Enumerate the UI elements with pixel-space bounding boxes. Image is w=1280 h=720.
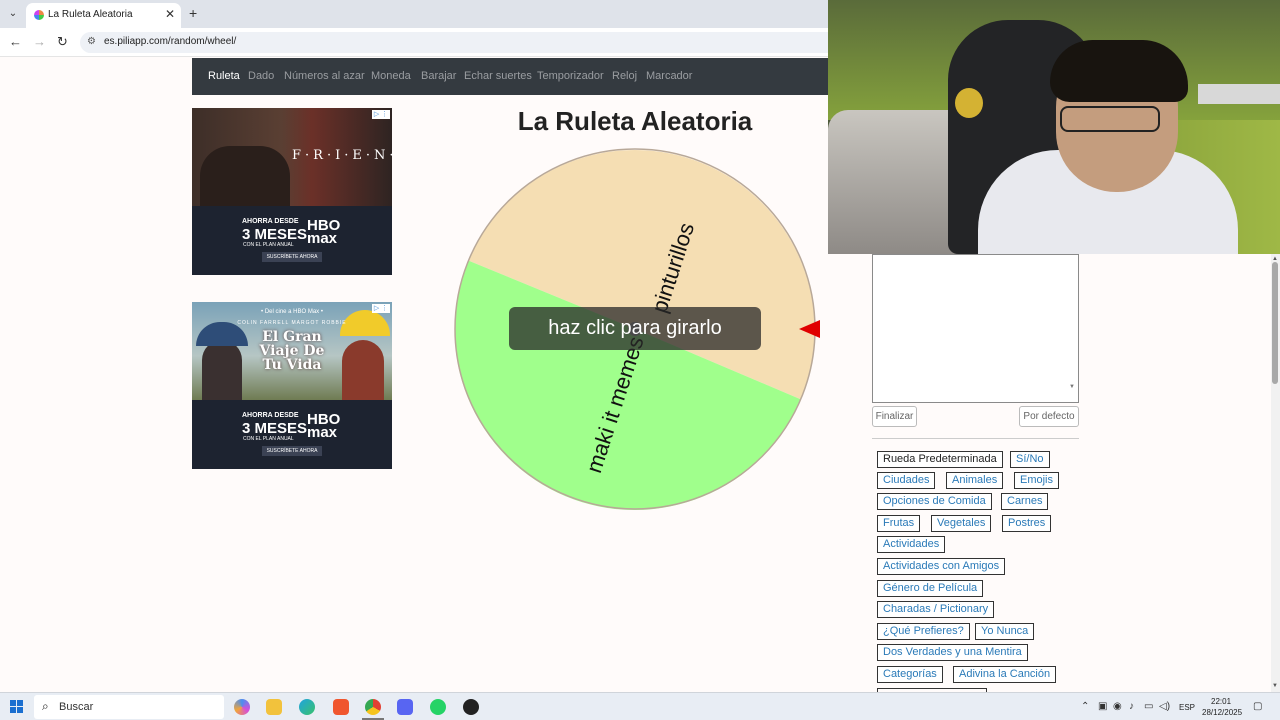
plush-toy	[955, 88, 983, 118]
tab-title: La Ruleta Aleatoria	[48, 9, 133, 20]
clock-date[interactable]: 28/12/2025	[1202, 708, 1242, 717]
preset-actividades[interactable]: Actividades	[877, 536, 946, 553]
scroll-down-icon[interactable]: ▼	[1069, 384, 1075, 390]
windows-start-icon[interactable]	[10, 700, 23, 713]
windows-taskbar: ⌕ Buscar ⌃ ▣ ◉ ♪ ▭ ◁) ESP 22:01 28/12/20…	[0, 692, 1280, 720]
preset-ciudades[interactable]: Ciudades	[877, 472, 936, 489]
advertisement-gran-viaje[interactable]: • Del cine a HBO Max • COLIN FARRELL MAR…	[192, 302, 392, 469]
nav-item-barajar[interactable]: Barajar	[421, 70, 456, 82]
nav-item-ruleta[interactable]: Ruleta	[208, 70, 240, 82]
obs-icon[interactable]	[463, 699, 479, 715]
copilot-icon[interactable]	[234, 699, 250, 715]
browser-tab[interactable]: La Ruleta Aleatoria ✕	[26, 3, 181, 28]
preset-que-prefieres[interactable]: ¿Qué Prefieres?	[877, 623, 970, 640]
ad-choices-icon[interactable]: ▷ ⋮	[372, 304, 390, 313]
preset-charadas-pictionary[interactable]: Charadas / Pictionary	[877, 601, 995, 618]
brave-icon[interactable]	[333, 699, 349, 715]
webcam-overlay	[828, 0, 1280, 254]
preset-vegetales[interactable]: Vegetales	[931, 515, 992, 532]
ad-promo-line2: 3 MESES	[242, 226, 308, 243]
page-title: La Ruleta Aleatoria	[517, 106, 753, 136]
preset-adivina-la-cancion[interactable]: Adivina la Canción	[953, 666, 1057, 683]
ad-photo: F·R·I·E·N·D·S	[192, 108, 392, 206]
nav-item-marcador[interactable]: Marcador	[646, 70, 692, 82]
preset-si-no[interactable]: Sí/No	[1010, 451, 1050, 468]
finish-button[interactable]: Finalizar	[872, 406, 917, 427]
default-button[interactable]: Por defecto	[1019, 406, 1079, 427]
ad-pre-text: • Del cine a HBO Max •	[261, 309, 323, 315]
preset-opciones-de-comida[interactable]: Opciones de Comida	[877, 493, 992, 510]
ad-promo-line1: AHORRA DESDE	[242, 218, 299, 225]
preset-yo-nunca[interactable]: Yo Nunca	[975, 623, 1035, 640]
page-scrollbar-thumb[interactable]	[1272, 262, 1278, 384]
preset-genero-de-pelicula[interactable]: Género de Película	[877, 580, 984, 597]
preset-emojis[interactable]: Emojis	[1014, 472, 1060, 489]
whatsapp-icon[interactable]	[430, 699, 446, 715]
ad-cast-names: COLIN FARRELL MARGOT ROBBIE	[237, 320, 347, 326]
clock-time[interactable]: 22:01	[1211, 697, 1231, 706]
file-explorer-icon[interactable]	[266, 699, 282, 715]
hbo-max-logo: HBO max	[307, 411, 341, 441]
preset-postres[interactable]: Postres	[1002, 515, 1052, 532]
ad-choices-icon[interactable]: ▷ ⋮	[372, 110, 390, 119]
back-arrow-icon[interactable]: ←	[9, 34, 22, 49]
edge-icon[interactable]	[299, 699, 315, 715]
ad-photo: • Del cine a HBO Max • COLIN FARRELL MAR…	[192, 302, 392, 400]
tab-search-chevron-icon[interactable]: ⌄	[5, 6, 21, 22]
taskbar-search-text: Buscar	[59, 701, 94, 713]
close-tab-icon[interactable]: ✕	[165, 7, 175, 21]
notification-icon[interactable]: ▢	[1253, 701, 1262, 712]
ad-cta-button[interactable]: SUSCRÍBETE AHORA	[262, 446, 322, 456]
forward-arrow-icon[interactable]: →	[33, 34, 46, 49]
preset-categorias[interactable]: Categorías	[877, 666, 943, 683]
preset-frutas[interactable]: Frutas	[877, 515, 921, 532]
scroll-down-icon[interactable]: ▼	[1272, 683, 1278, 689]
url-text[interactable]: es.piliapp.com/random/wheel/	[104, 36, 236, 47]
reload-icon[interactable]: ↻	[57, 34, 68, 50]
nav-item-dado[interactable]: Dado	[248, 70, 274, 82]
site-info-icon[interactable]: ⚙	[87, 36, 96, 47]
nav-item-temporizador[interactable]: Temporizador	[537, 70, 604, 82]
keyboard-language[interactable]: ESP	[1179, 703, 1195, 712]
ad-promo-line2: 3 MESES	[242, 420, 308, 437]
tray-app-icon[interactable]: ◉	[1113, 701, 1122, 712]
ad-promo-line3: CON EL PLAN ANUAL	[243, 242, 294, 248]
glasses	[1060, 106, 1160, 132]
url-field[interactable]: ⚙ es.piliapp.com/random/wheel/	[80, 32, 840, 53]
preset-carnes[interactable]: Carnes	[1001, 493, 1049, 510]
microphone-icon[interactable]: ♪	[1129, 701, 1134, 712]
scroll-up-icon[interactable]: ▲	[1272, 256, 1278, 262]
advertisement-friends[interactable]: F·R·I·E·N·D·S ▷ ⋮ AHORRA DESDE 3 MESES C…	[192, 108, 392, 275]
nav-item-moneda[interactable]: Moneda	[371, 70, 411, 82]
ad-movie-title: El Gran Viaje De Tu Vida	[259, 329, 325, 373]
ad-promo-line3: CON EL PLAN ANUAL	[243, 436, 294, 442]
ad-promo-line1: AHORRA DESDE	[242, 412, 299, 419]
tray-app-icon[interactable]: ▣	[1098, 701, 1107, 712]
volume-icon[interactable]: ◁)	[1159, 701, 1170, 712]
ad-brand-text: F·R·I·E·N·D·S	[292, 148, 392, 163]
nav-item-reloj[interactable]: Reloj	[612, 70, 637, 82]
hbo-max-logo: HBO max	[307, 217, 341, 247]
site-navbar: Ruleta Dado Números al azar Moneda Baraj…	[192, 58, 832, 95]
ad-cta-button[interactable]: SUSCRÍBETE AHORA	[262, 252, 322, 262]
chevron-up-icon[interactable]: ⌃	[1081, 701, 1089, 712]
taskbar-search[interactable]: ⌕ Buscar	[34, 695, 224, 719]
nav-item-echar-suertes[interactable]: Echar suertes	[464, 70, 532, 82]
wheel-entries-textarea[interactable]: ▼	[872, 254, 1079, 403]
discord-icon[interactable]	[397, 699, 413, 715]
nav-item-numeros[interactable]: Números al azar	[284, 70, 365, 82]
preset-rueda-predeterminada[interactable]: Rueda Predeterminada	[877, 451, 1003, 468]
preset-actividades-con-amigos[interactable]: Actividades con Amigos	[877, 558, 1006, 575]
preset-animales[interactable]: Animales	[946, 472, 1004, 489]
search-icon: ⌕	[42, 699, 49, 713]
spin-button[interactable]: haz clic para girarlo	[509, 307, 761, 350]
network-icon[interactable]: ▭	[1144, 701, 1153, 712]
new-tab-icon[interactable]: +	[189, 5, 197, 21]
chrome-icon[interactable]	[365, 699, 381, 715]
favicon-icon	[34, 10, 44, 20]
divider	[872, 438, 1079, 439]
preset-dos-verdades[interactable]: Dos Verdades y una Mentira	[877, 644, 1028, 661]
